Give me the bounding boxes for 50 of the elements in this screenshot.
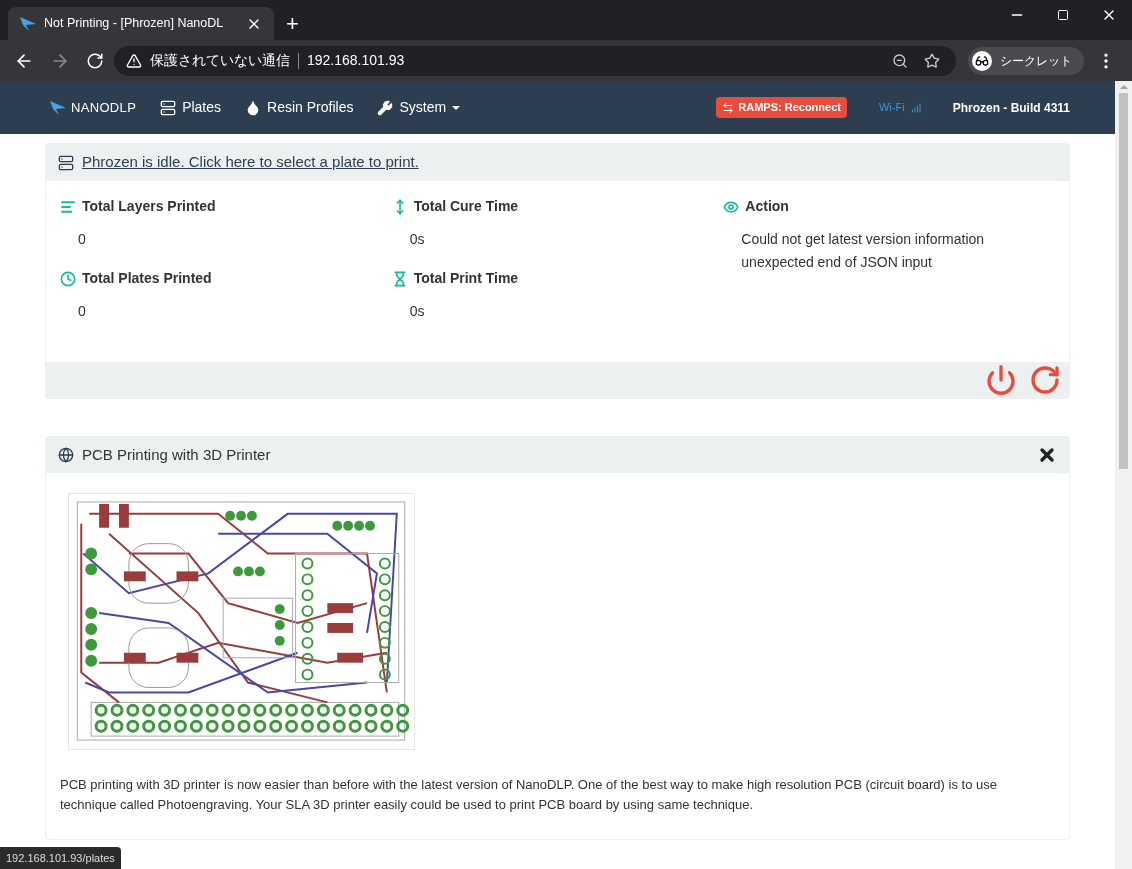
stat-value: 0s <box>409 230 426 249</box>
brand-logo[interactable]: NANODLP <box>49 97 137 118</box>
swap-icon <box>722 101 735 114</box>
stat-label: Action <box>745 197 789 216</box>
zoom-out-icon[interactable] <box>892 52 908 69</box>
news-title: PCB Printing with 3D Printer <box>82 444 272 465</box>
bird-logo-icon <box>49 100 67 115</box>
server-icon <box>160 99 177 116</box>
server-icon <box>58 154 74 171</box>
nav-link[interactable]: Plates <box>160 97 222 118</box>
stat-label: Total Print Time <box>413 269 519 288</box>
ramps-badge[interactable]: RAMPS: Reconnect <box>716 97 847 118</box>
bars-icon <box>60 198 76 215</box>
incognito-icon <box>972 50 992 71</box>
warning-icon <box>126 52 142 69</box>
browser-tab[interactable]: Not Printing - [Phrozen] NanoDL <box>8 7 274 40</box>
scrollbar[interactable] <box>1115 81 1132 869</box>
nav-link[interactable]: System <box>377 97 461 118</box>
wrench-icon <box>377 99 394 116</box>
nav-link[interactable]: Resin Profiles <box>245 97 354 118</box>
build-label: Phrozen - Build 4311 <box>952 99 1070 117</box>
reload-icon[interactable] <box>86 51 104 70</box>
stat-value: Could not get latest version information <box>741 230 986 249</box>
wifi-label: Wi-Fi <box>878 99 921 116</box>
bird-logo-icon <box>20 16 36 31</box>
url-text: 192.168.101.93 <box>307 51 405 70</box>
status-url: 192.168.101.93/plates <box>0 846 121 869</box>
stat-value: 0 <box>78 230 87 249</box>
stat-value: 0 <box>78 302 87 321</box>
stat-label: Total Layers Printed <box>82 197 216 216</box>
star-icon[interactable] <box>924 52 940 69</box>
stat-label: Total Plates Printed <box>82 269 212 288</box>
security-label: 保護されていない通信 <box>150 51 290 70</box>
maximize-icon[interactable] <box>1057 9 1069 21</box>
address-bar[interactable]: 保護されていない通信 192.168.101.93 <box>114 45 956 76</box>
globe-icon <box>58 447 74 463</box>
tab-title: Not Printing - [Phrozen] NanoDL <box>44 15 224 33</box>
brand-name: NANODLP <box>71 98 137 117</box>
stat-value: unexpected end of JSON input <box>741 253 933 272</box>
clock-icon <box>60 270 76 287</box>
restart-icon[interactable] <box>1029 364 1061 396</box>
profile-label: シークレット <box>1000 52 1072 70</box>
power-icon[interactable] <box>985 364 1017 396</box>
news-text: PCB printing with 3D printer is now easier than before with the latest version of NanoDLP. One of the best way to make high resolution PCB (circuit board) is to use technique called Photoengraving. Your SLA 3D printer easily could be used to print PCB board by using same technique. <box>60 776 998 814</box>
caret-icon <box>452 105 461 110</box>
stat-value: 0s <box>409 302 426 321</box>
new-tab-button[interactable]: + <box>274 7 311 40</box>
close-icon[interactable] <box>1037 445 1057 465</box>
stat-label: Total Cure Time <box>413 197 519 216</box>
profile-chip[interactable]: シークレット <box>968 46 1084 75</box>
